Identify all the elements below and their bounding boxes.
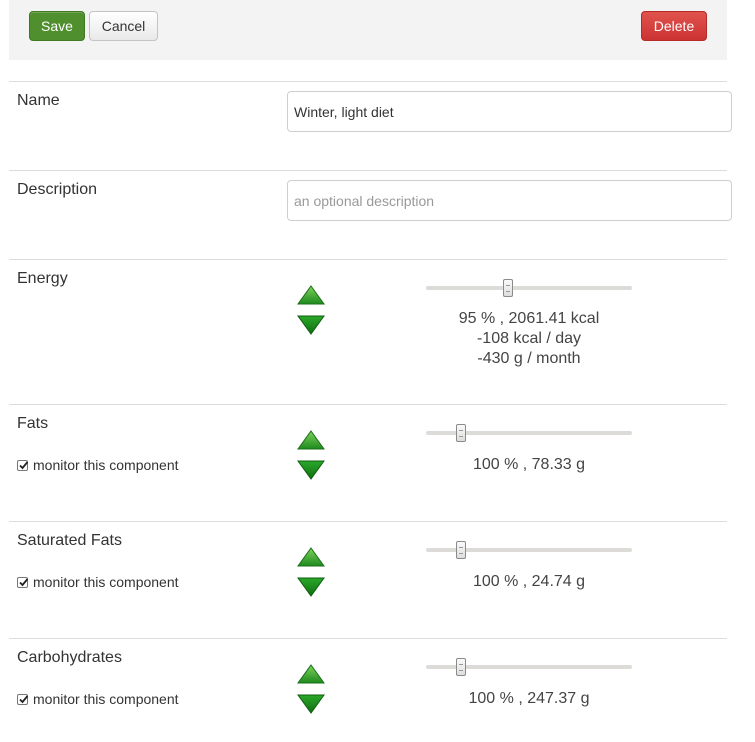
delete-button[interactable]: Delete	[641, 11, 707, 41]
monitor-label: monitor this component	[33, 457, 179, 473]
name-row: Name	[9, 81, 732, 171]
component-row-energy: Energy 95 % , 2061.41 kcal -108 kcal / d…	[9, 259, 727, 405]
slider-track[interactable]	[426, 286, 632, 290]
component-row-fats: Fats monitor this component 100 % , 78.3…	[9, 404, 727, 522]
component-label: Energy	[17, 270, 68, 287]
monitor-toggle[interactable]: monitor this component	[17, 457, 179, 473]
increase-arrow-icon[interactable]	[296, 546, 326, 568]
decrease-arrow-icon[interactable]	[296, 459, 326, 481]
readout-line: -430 g / month	[477, 350, 581, 367]
component-label: Carbohydrates	[17, 649, 122, 666]
description-input[interactable]	[287, 180, 732, 221]
component-label: Fats	[17, 415, 49, 432]
slider-handle[interactable]	[503, 279, 514, 297]
form-toolbar: Save Cancel Delete	[9, 0, 727, 60]
increase-arrow-icon[interactable]	[296, 284, 326, 306]
monitor-toggle[interactable]: monitor this component	[17, 691, 179, 707]
component-readout: 100 % , 78.33 g	[426, 455, 632, 475]
checkmark-icon	[19, 694, 29, 703]
monitor-toggle[interactable]: monitor this component	[17, 574, 179, 590]
component-row-carbohydrates: Carbohydrates monitor this component 100…	[9, 638, 727, 742]
monitor-label: monitor this component	[33, 574, 179, 590]
monitor-checkbox[interactable]	[17, 459, 29, 471]
readout-line: 100 % , 24.74 g	[472, 573, 586, 590]
monitor-checkbox[interactable]	[17, 693, 29, 705]
cancel-button[interactable]: Cancel	[89, 11, 158, 41]
decrease-arrow-icon[interactable]	[296, 576, 326, 598]
checkmark-icon	[19, 577, 29, 586]
decrease-arrow-icon[interactable]	[296, 314, 326, 336]
slider-handle[interactable]	[456, 541, 467, 559]
slider-handle[interactable]	[456, 424, 467, 442]
component-readout: 100 % , 24.74 g	[426, 572, 632, 592]
name-input[interactable]	[287, 91, 732, 132]
decrease-arrow-icon[interactable]	[296, 693, 326, 715]
component-row-saturated-fats: Saturated Fats monitor this component 10…	[9, 521, 727, 639]
monitor-label: monitor this component	[33, 691, 179, 707]
readout-line: 95 % , 2061.41 kcal	[458, 310, 600, 327]
description-row: Description	[9, 170, 732, 260]
readout-line: 100 % , 247.37 g	[468, 690, 590, 707]
slider-handle[interactable]	[456, 658, 467, 676]
readout-line: 100 % , 78.33 g	[472, 456, 586, 473]
component-readout: 95 % , 2061.41 kcal -108 kcal / day -430…	[426, 309, 632, 369]
increase-arrow-icon[interactable]	[296, 429, 326, 451]
monitor-checkbox[interactable]	[17, 576, 29, 588]
readout-line: -108 kcal / day	[476, 330, 582, 347]
component-label: Saturated Fats	[17, 532, 122, 549]
description-label: Description	[17, 181, 98, 198]
save-button[interactable]: Save	[29, 11, 85, 41]
component-readout: 100 % , 247.37 g	[426, 689, 632, 709]
increase-arrow-icon[interactable]	[296, 663, 326, 685]
name-label: Name	[17, 92, 60, 109]
checkmark-icon	[19, 460, 29, 469]
